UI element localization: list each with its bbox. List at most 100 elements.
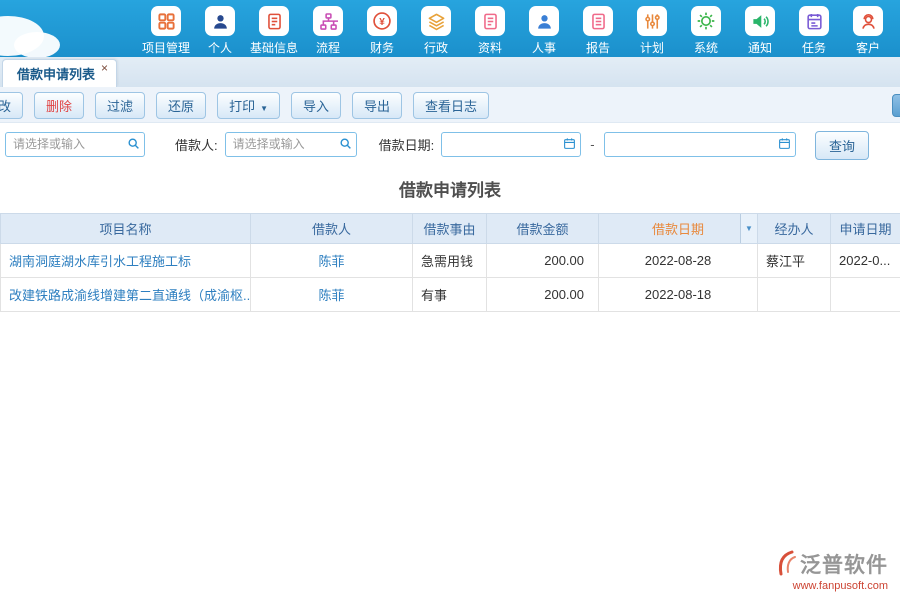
handler-cell [758,278,831,312]
borrower-link[interactable]: 陈菲 [251,278,413,312]
tab-loan-application-list[interactable]: 借款申请列表 × [2,59,117,87]
loan-date-end-input[interactable] [604,132,796,157]
borrower-search-field[interactable] [225,132,357,157]
grid-icon [151,6,181,36]
calendar-icon[interactable] [778,137,791,150]
nav-item-administration[interactable]: 行政 [410,6,462,56]
header-apply-date[interactable]: 申请日期 [831,214,900,244]
header-borrower[interactable]: 借款人 [251,214,413,244]
gear-icon [691,6,721,36]
filter-button[interactable]: 过滤 [95,92,145,119]
nav-item-workflow[interactable]: 流程 [302,6,354,56]
loan-application-table: 项目名称 借款人 借款事由 借款金额 借款日期 ▼ 经办人 申请日期 湖南洞庭湖… [0,213,900,312]
search-icon[interactable] [339,137,352,150]
view-log-button[interactable]: 查看日志 [413,92,489,119]
nav-label: 基础信息 [250,39,298,56]
loan-date-start-field[interactable] [441,132,581,157]
hr-person-icon [529,6,559,36]
nav-label: 人事 [532,39,556,56]
nav-label: 资料 [478,39,502,56]
project-search-field[interactable] [5,132,145,157]
apply-date-cell [831,278,900,312]
task-icon [799,6,829,36]
nav-label: 客户 [856,39,880,56]
table-row: 湖南洞庭湖水库引水工程施工标 陈菲 急需用钱 200.00 2022-08-28… [1,244,900,278]
handler-cell: 蔡江平 [758,244,831,278]
report-icon [583,6,613,36]
fanpu-watermark: 泛普软件 www.fanpusoft.com [776,549,888,592]
header-handler[interactable]: 经办人 [758,214,831,244]
nav-item-documents[interactable]: 资料 [464,6,516,56]
customer-icon [853,6,883,36]
table-row: 改建铁路成渝线增建第二直通线（成渝枢... 陈菲 有事 200.00 2022-… [1,278,900,312]
nav-item-finance[interactable]: ¥ 财务 [356,6,408,56]
table-header-row: 项目名称 借款人 借款事由 借款金额 借款日期 ▼ 经办人 申请日期 [1,214,900,244]
nav-label: 任务 [802,39,826,56]
project-name-link[interactable]: 湖南洞庭湖水库引水工程施工标 [1,244,251,278]
loan-reason-cell: 急需用钱 [413,244,487,278]
nav-label: 通知 [748,39,772,56]
nav-item-reports[interactable]: 报告 [572,6,624,56]
date-range-separator: - [590,137,594,152]
restore-button[interactable]: 还原 [156,92,206,119]
nav-label: 计划 [640,39,664,56]
loan-date-label: 借款日期: [379,135,435,154]
export-button[interactable]: 导出 [352,92,402,119]
page-title: 借款申请列表 [0,165,900,213]
nav-label: 流程 [316,39,340,56]
person-icon [205,6,235,36]
nav-item-personal[interactable]: 个人 [194,6,246,56]
edit-button[interactable]: 改 [0,92,23,119]
nav-label: 项目管理 [142,39,190,56]
nav-label: 个人 [208,39,232,56]
speaker-icon [745,6,775,36]
svg-text:¥: ¥ [379,17,385,28]
nav-item-project-management[interactable]: 项目管理 [140,6,192,56]
nav-label: 财务 [370,39,394,56]
scrollbar[interactable] [892,94,900,117]
header-loan-reason[interactable]: 借款事由 [413,214,487,244]
borrower-label: 借款人: [175,135,218,154]
print-button[interactable]: 打印▼ [217,92,280,119]
header-loan-amount[interactable]: 借款金额 [487,214,599,244]
project-search-input[interactable] [5,132,145,157]
nav-label: 行政 [424,39,448,56]
loan-date-end-field[interactable] [604,132,796,157]
layers-icon [421,6,451,36]
top-navigation-bar: 项目管理 个人 基础信息 流程 ¥ 财务 [0,0,900,57]
import-button[interactable]: 导入 [291,92,341,119]
project-name-link[interactable]: 改建铁路成渝线增建第二直通线（成渝枢... [1,278,251,312]
loan-date-cell: 2022-08-18 [599,278,758,312]
nav-item-notifications[interactable]: 通知 [734,6,786,56]
nav-label: 系统 [694,39,718,56]
query-button[interactable]: 查询 [815,131,869,160]
borrower-search-input[interactable] [225,132,357,157]
column-filter-icon[interactable]: ▼ [740,214,757,243]
chevron-down-icon: ▼ [260,104,268,113]
search-filters: 借款人: 借款日期: - 查询 [0,123,900,165]
loan-date-cell: 2022-08-28 [599,244,758,278]
nav-item-tasks[interactable]: 任务 [788,6,840,56]
calendar-icon[interactable] [563,137,576,150]
header-project-name[interactable]: 项目名称 [1,214,251,244]
main-menu: 项目管理 个人 基础信息 流程 ¥ 财务 [140,0,900,56]
delete-button[interactable]: 删除 [34,92,84,119]
cloud-decoration [14,32,60,57]
search-icon[interactable] [127,137,140,150]
nav-item-basic-info[interactable]: 基础信息 [248,6,300,56]
borrower-link[interactable]: 陈菲 [251,244,413,278]
loan-amount-cell: 200.00 [487,278,599,312]
flow-icon [313,6,343,36]
loan-date-start-input[interactable] [441,132,581,157]
apply-date-cell: 2022-0... [831,244,900,278]
nav-item-customers[interactable]: 客户 [842,6,894,56]
nav-item-hr[interactable]: 人事 [518,6,570,56]
brand-url: www.fanpusoft.com [776,580,888,592]
nav-item-system[interactable]: 系统 [680,6,732,56]
close-icon[interactable]: × [101,61,108,75]
toolbar: 改 删除 过滤 还原 打印▼ 导入 导出 查看日志 [0,88,900,123]
tab-label: 借款申请列表 [17,64,95,83]
brand-name: 泛普软件 [800,549,888,579]
header-loan-date[interactable]: 借款日期 ▼ [599,214,758,244]
nav-item-plans[interactable]: 计划 [626,6,678,56]
